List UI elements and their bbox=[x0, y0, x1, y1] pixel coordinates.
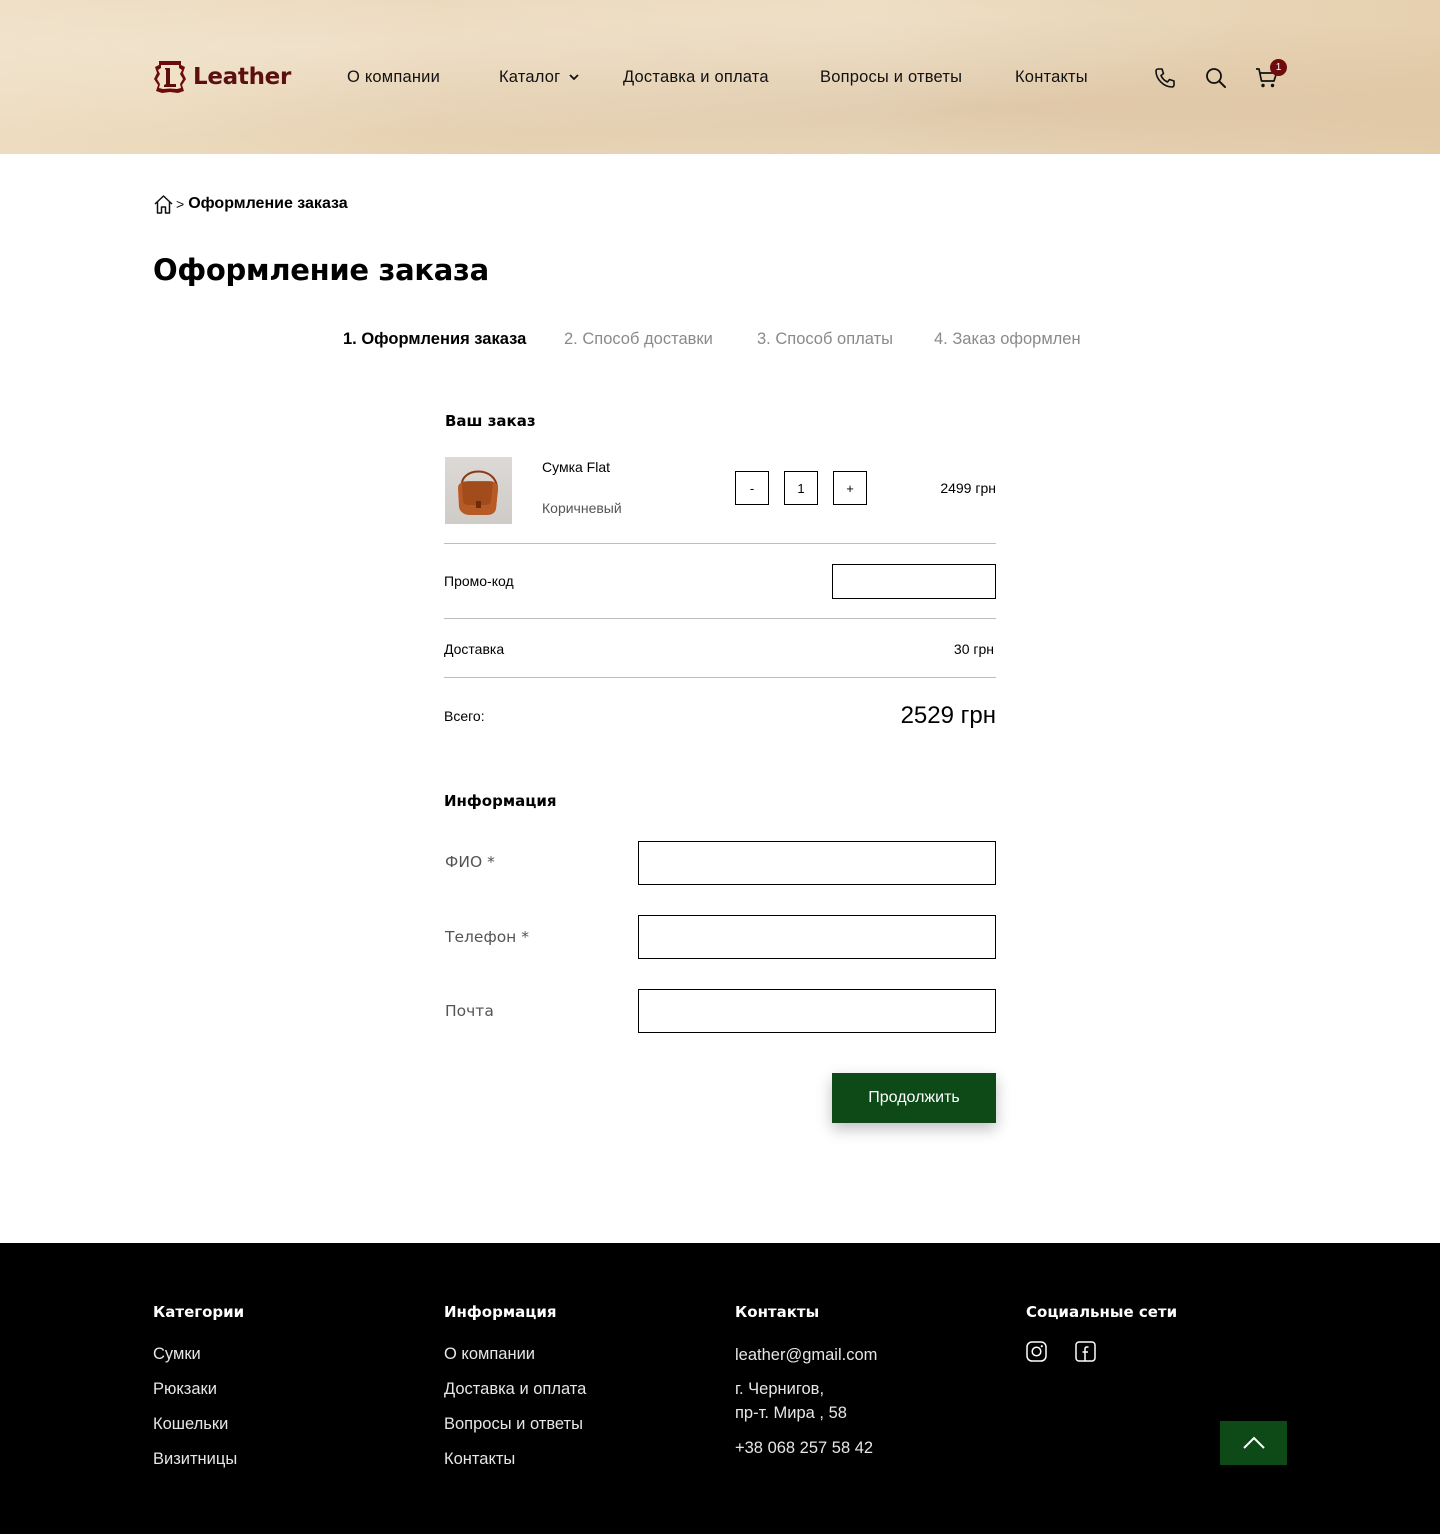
breadcrumb: > Оформление заказа bbox=[153, 193, 348, 215]
qty-decrease-button[interactable]: - bbox=[735, 471, 769, 505]
divider bbox=[444, 677, 996, 678]
qty-value-field[interactable]: 1 bbox=[784, 471, 818, 505]
product-image bbox=[445, 457, 512, 524]
name-field[interactable] bbox=[638, 841, 996, 885]
page-title: Оформление заказа bbox=[153, 253, 489, 287]
promo-label: Промо-код bbox=[444, 573, 514, 589]
nav-catalog[interactable]: Каталог bbox=[499, 68, 579, 87]
phone-icon[interactable] bbox=[1153, 66, 1177, 90]
footer-address-line1: г. Чернигов, bbox=[735, 1380, 825, 1398]
info-title: Информация bbox=[444, 792, 557, 810]
footer-link-cardholders[interactable]: Визитницы bbox=[153, 1450, 237, 1469]
footer-link-delivery[interactable]: Доставка и оплата bbox=[444, 1380, 586, 1399]
step-order: 1. Оформления заказа bbox=[343, 330, 527, 348]
site-header: Leather О компании Каталог Доставка и оп… bbox=[0, 0, 1440, 154]
footer-email[interactable]: leather@gmail.com bbox=[735, 1346, 877, 1365]
total-label: Всего: bbox=[444, 708, 485, 724]
phone-field[interactable] bbox=[638, 915, 996, 959]
footer-link-backpacks[interactable]: Рюкзаки bbox=[153, 1380, 217, 1399]
breadcrumb-current: Оформление заказа bbox=[188, 195, 348, 212]
nav-faq[interactable]: Вопросы и ответы bbox=[820, 68, 962, 87]
facebook-icon[interactable] bbox=[1075, 1341, 1096, 1362]
footer-categories-title: Категории bbox=[153, 1303, 245, 1321]
chevron-up-icon bbox=[1242, 1436, 1265, 1449]
footer-phone[interactable]: +38 068 257 58 42 bbox=[735, 1439, 873, 1458]
nav-catalog-label: Каталог bbox=[499, 68, 561, 86]
delivery-label: Доставка bbox=[444, 641, 505, 657]
divider bbox=[444, 543, 996, 544]
qty-increase-button[interactable]: + bbox=[833, 471, 867, 505]
footer-address-line2: пр-т. Мира , 58 bbox=[735, 1404, 847, 1422]
step-complete: 4. Заказ оформлен bbox=[934, 330, 1081, 348]
nav-delivery[interactable]: Доставка и оплата bbox=[623, 68, 769, 87]
delivery-price: 30 грн bbox=[953, 641, 994, 657]
email-field[interactable] bbox=[638, 989, 996, 1033]
email-field-label: Почта bbox=[445, 1002, 494, 1020]
chevron-down-icon bbox=[569, 74, 579, 81]
footer-link-wallets[interactable]: Кошельки bbox=[153, 1415, 228, 1434]
breadcrumb-separator: > bbox=[176, 196, 185, 212]
footer-link-contacts[interactable]: Контакты bbox=[444, 1450, 515, 1469]
step-delivery: 2. Способ доставки bbox=[564, 330, 713, 348]
footer-info-title: Информация bbox=[444, 1303, 557, 1321]
phone-field-label: Телефон * bbox=[445, 928, 529, 946]
step-payment: 3. Способ оплаты bbox=[757, 330, 893, 348]
product-price: 2499 грн bbox=[940, 480, 996, 496]
order-title: Ваш заказ bbox=[445, 412, 536, 430]
home-icon[interactable] bbox=[153, 194, 174, 215]
cart-count-badge: 1 bbox=[1270, 59, 1287, 76]
bag-image bbox=[458, 470, 499, 515]
promo-code-input[interactable] bbox=[832, 564, 996, 599]
product-color: Коричневый bbox=[542, 500, 622, 516]
instagram-icon[interactable] bbox=[1026, 1341, 1047, 1362]
footer-contacts-title: Контакты bbox=[735, 1303, 820, 1321]
product-name[interactable]: Сумка Flat bbox=[542, 459, 610, 475]
search-icon[interactable] bbox=[1204, 66, 1228, 90]
scroll-to-top-button[interactable] bbox=[1220, 1421, 1287, 1465]
footer-link-faq[interactable]: Вопросы и ответы bbox=[444, 1415, 583, 1434]
footer-social-title: Социальные сети bbox=[1026, 1303, 1178, 1321]
site-footer: Категории Сумки Рюкзаки Кошельки Визитни… bbox=[0, 1243, 1440, 1534]
nav-about[interactable]: О компании bbox=[347, 68, 440, 87]
footer-link-bags[interactable]: Сумки bbox=[153, 1345, 201, 1364]
name-field-label: ФИО * bbox=[445, 853, 495, 871]
total-price: 2529 грн bbox=[900, 702, 996, 729]
continue-button[interactable]: Продолжить bbox=[832, 1073, 996, 1123]
footer-link-about[interactable]: О компании bbox=[444, 1345, 535, 1364]
nav-contacts[interactable]: Контакты bbox=[1015, 68, 1088, 87]
divider bbox=[444, 618, 996, 619]
